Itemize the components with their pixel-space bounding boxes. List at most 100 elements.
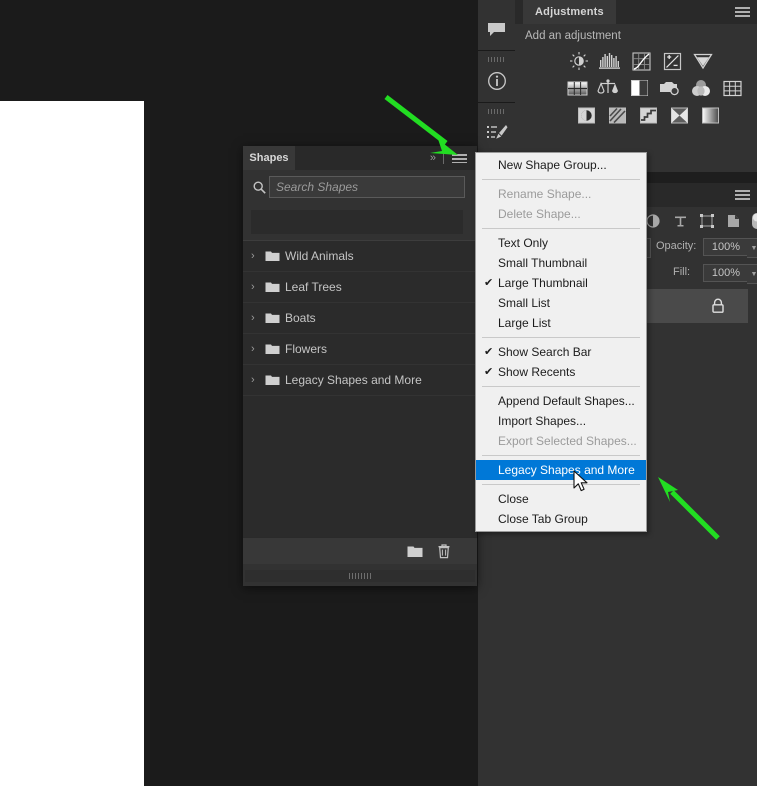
posterize-icon[interactable] — [606, 104, 628, 126]
menu-separator — [482, 179, 640, 180]
filter-toggle-icon[interactable] — [747, 211, 757, 231]
menu-item-label: Show Recents — [498, 365, 576, 379]
menu-separator — [482, 455, 640, 456]
fill-stepper[interactable]: ▼ — [747, 264, 757, 284]
color-balance-icon[interactable] — [597, 77, 619, 99]
shape-group-row[interactable]: › Boats — [243, 303, 477, 334]
checkmark-icon: ✔ — [484, 346, 494, 358]
shapes-panel-context-menu[interactable]: New Shape Group... Rename Shape... Delet… — [475, 152, 647, 532]
gradient-map-icon[interactable] — [699, 104, 721, 126]
chevron-right-icon[interactable]: › — [251, 343, 265, 355]
annotation-arrow-to-panel-menu — [384, 95, 458, 155]
menu-item-text-only[interactable]: Text Only — [476, 233, 646, 253]
selective-color-icon[interactable] — [668, 104, 690, 126]
adjustments-panel: Adjustments Add an adjustment — [515, 0, 757, 172]
shape-group-row[interactable]: › Flowers — [243, 334, 477, 365]
layer-lock-icon[interactable] — [711, 298, 725, 319]
tab-adjustments-label: Adjustments — [535, 6, 604, 18]
menu-item-close[interactable]: Close — [476, 489, 646, 509]
mouse-pointer — [573, 470, 588, 492]
panel-menu-icon[interactable] — [735, 7, 750, 17]
panel-menu-icon[interactable] — [735, 190, 750, 200]
shape-group-row[interactable]: › Leaf Trees — [243, 272, 477, 303]
shapes-footer — [243, 537, 477, 564]
recents-strip[interactable] — [251, 210, 463, 234]
menu-item-small-list[interactable]: Small List — [476, 293, 646, 313]
levels-icon[interactable] — [599, 50, 621, 72]
channel-mixer-icon[interactable] — [690, 77, 712, 99]
menu-item-label: Delete Shape... — [498, 207, 581, 221]
tab-shapes[interactable]: Shapes — [243, 146, 295, 170]
menu-item-label: Legacy Shapes and More — [498, 463, 635, 477]
shape-group-label: Flowers — [285, 342, 328, 356]
menu-item-label: New Shape Group... — [498, 158, 607, 172]
opacity-value[interactable]: 100% — [703, 238, 749, 256]
chevron-right-icon[interactable]: › — [251, 312, 265, 324]
opacity-label: Opacity: — [656, 240, 697, 252]
menu-item-append-default-shapes[interactable]: Append Default Shapes... — [476, 391, 646, 411]
menu-item-label: Text Only — [498, 236, 549, 250]
photo-filter-icon[interactable] — [659, 77, 681, 99]
chevron-right-icon[interactable]: › — [251, 250, 265, 262]
filter-smart-object-icon[interactable] — [723, 211, 743, 231]
shape-group-row[interactable]: › Wild Animals — [243, 241, 477, 272]
comment-icon[interactable] — [478, 14, 515, 44]
menu-item-export-selected-shapes: Export Selected Shapes... — [476, 431, 646, 451]
menu-item-new-shape-group[interactable]: New Shape Group... — [476, 155, 646, 175]
delete-button[interactable] — [435, 543, 453, 559]
brightness-contrast-icon[interactable] — [568, 50, 590, 72]
checkmark-icon: ✔ — [484, 277, 494, 289]
menu-item-show-recents[interactable]: ✔ Show Recents — [476, 362, 646, 382]
menu-item-import-shapes[interactable]: Import Shapes... — [476, 411, 646, 431]
rail-grip[interactable] — [487, 57, 506, 62]
shape-group-row[interactable]: › Legacy Shapes and More — [243, 365, 477, 396]
menu-item-large-list[interactable]: Large List — [476, 313, 646, 333]
menu-item-small-thumbnail[interactable]: Small Thumbnail — [476, 253, 646, 273]
brush-presets-icon[interactable] — [478, 118, 515, 148]
black-white-icon[interactable] — [628, 77, 650, 99]
chevron-right-icon[interactable]: › — [251, 374, 265, 386]
filter-type-icon[interactable] — [670, 211, 690, 231]
menu-item-label: Show Search Bar — [498, 345, 592, 359]
shape-group-label: Boats — [285, 311, 316, 325]
chevron-right-icon[interactable]: › — [251, 281, 265, 293]
folder-icon — [265, 374, 285, 386]
menu-separator — [482, 228, 640, 229]
menu-item-label: Small List — [498, 296, 551, 310]
tab-shapes-label: Shapes — [249, 152, 289, 164]
vibrance-icon[interactable] — [692, 50, 714, 72]
panel-resize-grip[interactable] — [245, 570, 475, 582]
shapes-panel: Shapes » › Wild Animals › Leaf — [243, 146, 477, 586]
shapes-group-list[interactable]: › Wild Animals › Leaf Trees › Boats › Fl… — [243, 240, 477, 559]
color-lookup-icon[interactable] — [721, 77, 743, 99]
threshold-icon[interactable] — [637, 104, 659, 126]
menu-item-legacy-shapes-and-more[interactable]: Legacy Shapes and More — [476, 460, 646, 480]
new-group-button[interactable] — [406, 543, 424, 559]
menu-item-large-thumbnail[interactable]: ✔ Large Thumbnail — [476, 273, 646, 293]
rail-grip[interactable] — [487, 109, 506, 114]
menu-item-close-tab-group[interactable]: Close Tab Group — [476, 509, 646, 529]
adjustment-row-1 — [568, 50, 714, 72]
menu-separator — [482, 484, 640, 485]
fill-value[interactable]: 100% — [703, 264, 749, 282]
info-icon[interactable] — [478, 66, 515, 96]
menu-item-label: Import Shapes... — [498, 414, 587, 428]
filter-shape-icon[interactable] — [697, 211, 717, 231]
menu-item-label: Close — [498, 492, 529, 506]
search-input[interactable] — [269, 176, 465, 198]
invert-icon[interactable] — [575, 104, 597, 126]
annotation-arrow-to-selected-item — [658, 477, 720, 540]
menu-separator — [482, 386, 640, 387]
curves-icon[interactable] — [630, 50, 652, 72]
hue-saturation-icon[interactable] — [566, 77, 588, 99]
checkmark-icon: ✔ — [484, 366, 494, 378]
folder-icon — [265, 312, 285, 324]
canvas-document[interactable] — [0, 101, 144, 786]
menu-item-rename-shape: Rename Shape... — [476, 184, 646, 204]
tab-adjustments[interactable]: Adjustments — [523, 0, 616, 24]
menu-item-show-search-bar[interactable]: ✔ Show Search Bar — [476, 342, 646, 362]
exposure-icon[interactable] — [661, 50, 683, 72]
opacity-stepper[interactable]: ▼ — [747, 238, 757, 258]
menu-item-label: Large List — [498, 316, 551, 330]
shape-group-label: Wild Animals — [285, 249, 354, 263]
